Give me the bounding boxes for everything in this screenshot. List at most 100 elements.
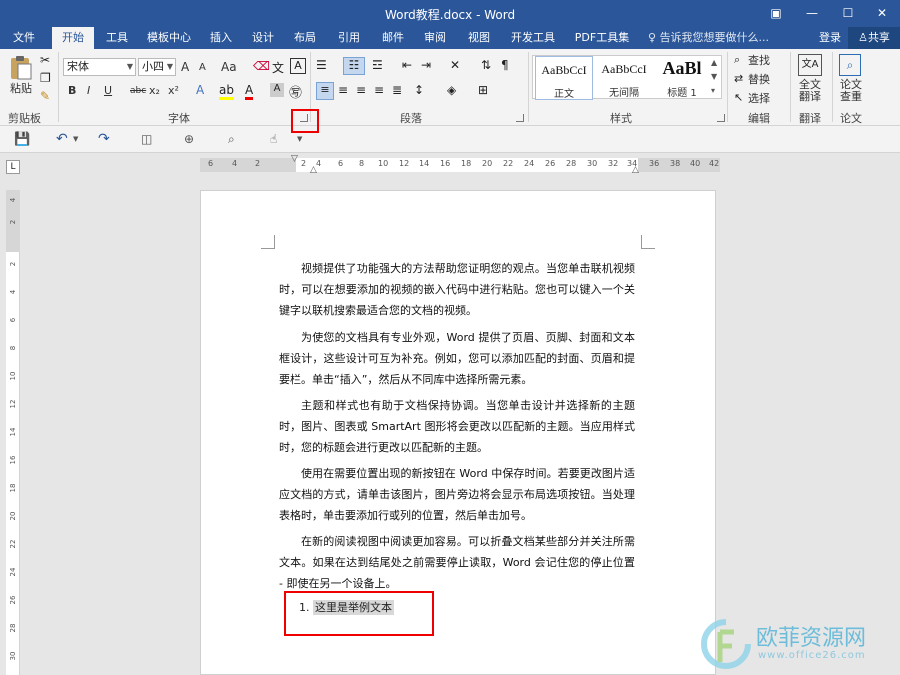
redo-icon[interactable]: ↷ (98, 131, 110, 147)
tab-developer[interactable]: 开发工具 (506, 27, 560, 49)
styles-scroll-up-icon[interactable]: ▲ (711, 58, 717, 67)
phonetic-guide-icon[interactable]: 文 (272, 59, 284, 76)
paste-label[interactable]: 粘贴 (10, 81, 32, 97)
distributed-icon[interactable]: ≣ (392, 83, 402, 97)
tab-insert[interactable]: 插入 (204, 27, 238, 49)
justify-icon[interactable]: ≡ (374, 83, 384, 97)
maximize-button[interactable]: ☐ (832, 0, 864, 27)
two-pages-icon[interactable]: ◫ (141, 132, 152, 146)
tab-selector-icon[interactable]: L (6, 160, 20, 174)
translate-icon[interactable]: 文A (798, 54, 822, 76)
tab-home[interactable]: 开始 (52, 27, 94, 49)
tab-mailings[interactable]: 邮件 (376, 27, 410, 49)
body-paragraph[interactable]: 在新的阅读视图中阅读更加容易。可以折叠文档某些部分并关注所需文本。如果在达到结尾… (279, 531, 635, 594)
underline-button[interactable]: U (104, 83, 112, 99)
align-center-icon[interactable]: ≡ (338, 83, 348, 97)
format-painter-icon[interactable]: ✎ (40, 89, 50, 103)
paste-icon[interactable] (9, 55, 33, 81)
grow-font-icon[interactable]: A (181, 59, 189, 75)
ribbon-display-icon[interactable]: ▣ (760, 0, 792, 27)
increase-indent-icon[interactable]: ⇥ (421, 58, 431, 72)
document-page[interactable]: 视频提供了功能强大的方法帮助您证明您的观点。当您单击联机视频时，可以在想要添加的… (200, 190, 716, 675)
show-marks-icon[interactable]: ¶ (501, 58, 509, 72)
tab-pdf-tools[interactable]: PDF工具集 (570, 27, 634, 49)
web-layout-icon[interactable]: ⊕ (184, 132, 194, 146)
hanging-indent-marker[interactable]: △ (310, 165, 317, 175)
touch-mode-icon[interactable]: ☝ (270, 132, 277, 146)
clear-format-icon[interactable]: ⌫ (253, 59, 270, 73)
tab-design[interactable]: 设计 (246, 27, 280, 49)
bullets-icon[interactable]: ☰ (316, 58, 327, 72)
copy-icon[interactable]: ❐ (40, 71, 51, 85)
style-no-spacing[interactable]: AaBbCcI 无间隔 (595, 56, 653, 100)
replace-button[interactable]: 替换 (748, 72, 770, 88)
vertical-ruler[interactable]: 4 2 2 4 6 8 10 12 14 16 18 20 22 24 26 2… (6, 190, 20, 675)
select-button[interactable]: 选择 (748, 91, 770, 107)
italic-button[interactable]: I (87, 83, 90, 99)
style-normal[interactable]: AaBbCcI 正文 (535, 56, 593, 100)
styles-more-icon[interactable]: ▾ (711, 86, 715, 95)
character-shading-icon[interactable]: A (270, 83, 284, 97)
multilevel-list-icon[interactable]: ☲ (372, 58, 383, 72)
decrease-indent-icon[interactable]: ⇤ (402, 58, 412, 72)
tab-references[interactable]: 引用 (332, 27, 366, 49)
bold-button[interactable]: B (68, 83, 76, 99)
undo-icon[interactable]: ↶ (56, 131, 68, 147)
find-button[interactable]: 查找 (748, 53, 770, 69)
asian-layout-icon[interactable]: ✕ (450, 58, 460, 72)
superscript-button[interactable]: x² (168, 83, 179, 99)
highlight-icon[interactable]: ab (219, 83, 234, 100)
align-left-icon[interactable]: ≡ (316, 82, 334, 100)
share-button[interactable]: ♙共享 (848, 27, 900, 49)
chevron-down-icon[interactable]: ▼ (73, 135, 78, 143)
paragraph-dialog-launcher-icon[interactable] (516, 114, 524, 122)
paper-check-icon[interactable]: ⌕ (839, 54, 861, 76)
find-icon[interactable]: ⌕ (734, 53, 740, 67)
tab-review[interactable]: 审阅 (418, 27, 452, 49)
select-icon[interactable]: ↖ (734, 91, 743, 104)
tell-me-box[interactable]: ♀ 告诉我您想要做什么... (648, 27, 769, 49)
styles-scroll-down-icon[interactable]: ▼ (711, 72, 717, 81)
tab-template[interactable]: 模板中心 (142, 27, 196, 49)
body-paragraph[interactable]: 使用在需要位置出现的新按钮在 Word 中保存时间。若要更改图片适应文档的方式，… (279, 463, 635, 526)
tab-view[interactable]: 视图 (462, 27, 496, 49)
first-line-indent-marker[interactable]: ▽ (291, 154, 298, 164)
borders-icon[interactable]: ⊞ (478, 83, 488, 97)
print-preview-icon[interactable]: ⌕ (228, 132, 235, 147)
font-color-icon[interactable]: A (245, 83, 254, 100)
sort-icon[interactable]: ⇅ (481, 58, 491, 72)
shading-icon[interactable]: ◈ (447, 83, 456, 97)
horizontal-ruler[interactable]: 6 4 2 2 4 6 8 10 12 14 16 18 20 22 24 26… (200, 158, 720, 172)
font-size-select[interactable]: 小四 ▼ (138, 58, 176, 76)
tab-tools[interactable]: 工具 (100, 27, 134, 49)
body-paragraph[interactable]: 主题和样式也有助于文档保持协调。当您单击设计并选择新的主题时，图片、图表或 Sm… (279, 395, 635, 458)
cut-icon[interactable]: ✂ (40, 53, 50, 67)
customize-qat-icon[interactable]: ▼ (297, 135, 302, 143)
close-button[interactable]: ✕ (866, 0, 898, 27)
full-translate-button[interactable]: 全文翻译 (797, 79, 823, 103)
font-group-label: 字体 (168, 112, 190, 125)
line-spacing-icon[interactable]: ↕ (414, 83, 424, 97)
shrink-font-icon[interactable]: A (199, 60, 206, 76)
right-indent-marker[interactable]: △ (632, 165, 639, 175)
align-right-icon[interactable]: ≡ (356, 83, 366, 97)
change-case-icon[interactable]: Aa (221, 59, 237, 75)
body-paragraph[interactable]: 视频提供了功能强大的方法帮助您证明您的观点。当您单击联机视频时，可以在想要添加的… (279, 258, 635, 321)
paper-check-button[interactable]: 论文查重 (838, 79, 864, 103)
enclose-characters-icon[interactable]: ㊢ (289, 82, 302, 101)
numbering-icon[interactable]: ☷ (343, 57, 365, 75)
tab-layout[interactable]: 布局 (288, 27, 322, 49)
text-effects-icon[interactable]: A (196, 83, 204, 97)
strikethrough-button[interactable]: abc (130, 83, 146, 99)
minimize-button[interactable]: — (796, 0, 828, 27)
font-name-select[interactable]: 宋体 ▼ (63, 58, 136, 76)
style-heading-1[interactable]: AaBl 标题 1 (655, 56, 709, 100)
styles-dialog-launcher-icon[interactable] (717, 114, 725, 122)
body-paragraph[interactable]: 为使您的文档具有专业外观，Word 提供了页眉、页脚、封面和文本框设计，这些设计… (279, 327, 635, 390)
login-link[interactable]: 登录 (819, 27, 841, 49)
character-border-icon[interactable]: A (290, 58, 306, 74)
replace-icon[interactable]: ⇄ (734, 72, 743, 85)
save-icon[interactable]: 💾 (14, 132, 30, 147)
tab-file[interactable]: 文件 (6, 27, 42, 49)
subscript-button[interactable]: x₂ (149, 83, 160, 99)
